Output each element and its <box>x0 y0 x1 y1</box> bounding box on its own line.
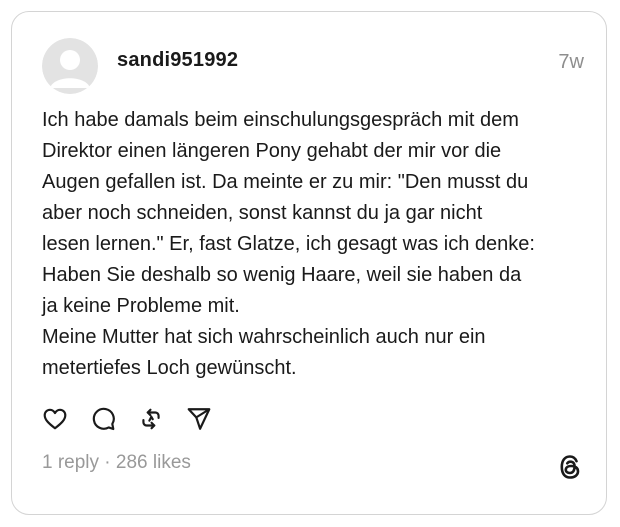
share-button[interactable] <box>186 406 212 432</box>
post-text-line: Haben Sie deshalb so wenig Haare, weil s… <box>42 264 522 286</box>
post-card: sandi951992 7w Ich habe damals beim eins… <box>11 11 607 515</box>
post-text-line: Augen gefallen ist. Da meinte er zu mir:… <box>42 171 529 193</box>
heart-icon <box>43 408 67 430</box>
default-avatar-icon <box>42 38 98 94</box>
like-button[interactable] <box>42 406 68 432</box>
post-actions <box>42 405 234 433</box>
like-count[interactable]: 286 likes <box>116 452 191 473</box>
reply-count[interactable]: 1 reply <box>42 452 99 473</box>
post-body: Ich habe damals beim einschulungsgespräc… <box>42 105 587 384</box>
post-timestamp: 7w <box>558 51 584 73</box>
post-stats: 1 reply · 286 likes <box>42 452 191 474</box>
post-text-line: lesen lernen." Er, fast Glatze, ich gesa… <box>42 233 535 255</box>
stats-separator: · <box>99 452 116 473</box>
threads-logo-icon <box>560 455 580 479</box>
post-text-line: metertiefes Loch gewünscht. <box>42 357 297 379</box>
repost-icon <box>142 408 160 430</box>
username[interactable]: sandi951992 <box>117 49 238 72</box>
repost-button[interactable] <box>138 406 164 432</box>
avatar[interactable] <box>42 38 98 94</box>
post-text-line: ja keine Probleme mit. <box>42 295 240 317</box>
threads-logo[interactable] <box>558 454 582 480</box>
post-text-line: aber noch schneiden, sonst kannst du ja … <box>42 202 483 224</box>
post-text-line: Meine Mutter hat sich wahrscheinlich auc… <box>42 326 486 348</box>
post-text-line: Ich habe damals beim einschulungsgespräc… <box>42 109 519 131</box>
reply-button[interactable] <box>90 406 116 432</box>
comment-bubble-icon <box>92 407 115 431</box>
send-icon <box>187 408 211 430</box>
post-text-line: Direktor einen längeren Pony gehabt der … <box>42 140 502 162</box>
